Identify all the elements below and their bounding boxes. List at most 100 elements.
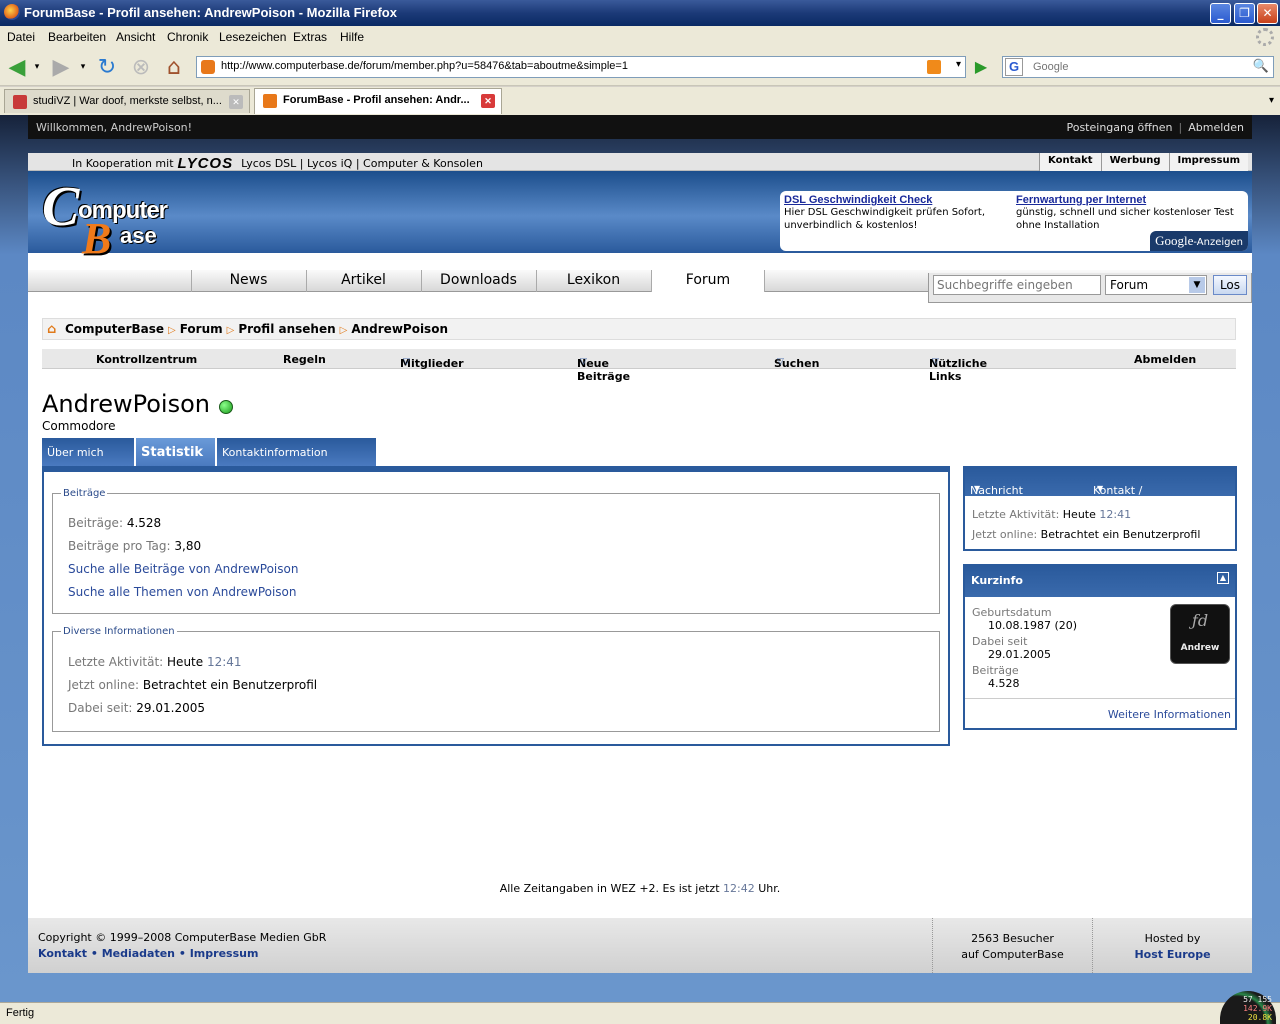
search-go-button[interactable]: Los: [1213, 275, 1247, 295]
nav-downloads[interactable]: Downloads: [421, 270, 535, 292]
werbung-link[interactable]: Werbung: [1100, 153, 1169, 171]
breadcrumb: ⌂ ComputerBase ▷ Forum ▷ Profil ansehen ▷ Andr…: [42, 318, 1236, 340]
close-tab-icon[interactable]: ✕: [481, 94, 495, 108]
inbox-link[interactable]: Posteingang öffnen: [1066, 121, 1172, 134]
tab-kontaktinformation[interactable]: Kontaktinformation: [217, 438, 377, 466]
rss-icon[interactable]: [927, 60, 941, 74]
search-threads-row: Suche alle Themen von AndrewPoison: [68, 585, 297, 599]
contact-online: Jetzt online: Betrachtet ein Benutzerpro…: [972, 528, 1201, 541]
home-icon[interactable]: ⌂: [161, 54, 187, 80]
maximize-button[interactable]: ❐: [1234, 3, 1255, 24]
ad-fernwartung[interactable]: Fernwartung per Internet günstig, schnel…: [1016, 194, 1240, 232]
more-info-link[interactable]: Weitere Informationen: [1108, 708, 1231, 721]
search-scope-select[interactable]: Forum ▼: [1105, 275, 1207, 295]
contact-last-activity: Letzte Aktivität: Heute 12:41: [972, 508, 1132, 521]
search-posts-link[interactable]: Suche alle Beiträge von AndrewPoison: [68, 562, 298, 576]
footer-impressum-link[interactable]: Impressum: [190, 947, 259, 960]
google-ads-box: DSL Geschwindigkeit Check Hier DSL Gesch…: [780, 191, 1248, 251]
google-engine-icon[interactable]: G: [1005, 58, 1023, 76]
kontakt-link[interactable]: Kontakt: [1039, 153, 1101, 171]
tab-forumbase[interactable]: ForumBase - Profil ansehen: Andr... ✕: [254, 88, 502, 114]
computerbase-favicon-icon: [263, 94, 277, 108]
profile-usertitle: Commodore: [42, 419, 116, 433]
ad-dsl[interactable]: DSL Geschwindigkeit Check Hier DSL Gesch…: [784, 194, 1008, 232]
status-text: Fertig: [6, 1007, 35, 1019]
breadcrumb-arrow-icon: ▷: [168, 325, 176, 336]
close-tab-icon[interactable]: ✕: [229, 95, 243, 109]
logout-link[interactable]: Abmelden: [1188, 121, 1244, 134]
computerbase-logo[interactable]: C omputer B ase: [42, 175, 192, 263]
birthday-label: Geburtsdatum: [972, 606, 1052, 619]
search-icon[interactable]: 🔍: [1253, 59, 1269, 74]
top-right-links: Kontakt Werbung Impressum: [1039, 153, 1248, 171]
kurz-posts-label: Beiträge: [972, 664, 1019, 677]
nav-lexikon[interactable]: Lexikon: [536, 270, 650, 292]
forward-history-icon[interactable]: ▾: [76, 54, 90, 80]
welcome-links: Posteingang öffnen | Abmelden: [1066, 121, 1244, 134]
reload-icon[interactable]: ↻: [94, 54, 120, 80]
menu-datei[interactable]: Datei: [7, 30, 35, 44]
search-input[interactable]: [1033, 59, 1243, 75]
fnav-regeln[interactable]: Regeln: [283, 353, 326, 366]
lycos-logo[interactable]: LYCOS: [178, 155, 234, 172]
chevron-down-icon: ▽: [932, 357, 939, 367]
welcome-bar: Willkommen, AndrewPoison! Posteingang öf…: [28, 115, 1252, 139]
footer-kontakt-link[interactable]: Kontakt: [38, 947, 87, 960]
search-threads-link[interactable]: Suche alle Themen von AndrewPoison: [68, 585, 297, 599]
fnav-abmelden[interactable]: Abmelden: [1134, 353, 1196, 366]
tab-bar: studiVZ | War doof, merkste selbst, n...…: [0, 87, 1280, 115]
cooperation-text: In Kooperation mit LYCOS Lycos DSL | Lycos…: [72, 155, 483, 172]
collapse-icon[interactable]: ▲: [1217, 572, 1229, 584]
forum-navigation: Kontrollzentrum Regeln Mitglieder ▽ Neue …: [42, 349, 1236, 383]
menu-bearbeiten[interactable]: Bearbeiten: [48, 30, 106, 44]
menu-lesezeichen[interactable]: Lesezeichen: [219, 30, 286, 44]
site-header: C omputer B ase DSL Geschwindigkeit Chec…: [28, 171, 1252, 263]
crumb-profil[interactable]: Profil ansehen: [238, 322, 335, 336]
minimize-button[interactable]: _: [1210, 3, 1231, 24]
search-posts-row: Suche alle Beiträge von AndrewPoison: [68, 562, 298, 576]
nav-artikel[interactable]: Artikel: [306, 270, 420, 292]
lycos-links[interactable]: Lycos DSL | Lycos iQ | Computer & Konsol…: [241, 157, 483, 170]
visitor-count: 2563 Besucher auf ComputerBase: [932, 918, 1092, 973]
search-bar[interactable]: G 🔍: [1002, 56, 1274, 78]
url-text: http://www.computerbase.de/forum/member.…: [221, 60, 628, 72]
url-bar[interactable]: http://www.computerbase.de/forum/member.…: [196, 56, 966, 78]
chevron-down-icon: ▼: [974, 484, 981, 493]
crumb-computerbase[interactable]: ComputerBase: [65, 322, 164, 336]
chevron-down-icon: ▽: [403, 357, 410, 367]
back-icon[interactable]: ◀: [4, 54, 30, 80]
tab-ueber-mich[interactable]: Über mich: [42, 438, 135, 466]
menu-extras[interactable]: Extras: [293, 30, 327, 44]
back-history-icon[interactable]: ▾: [30, 54, 44, 80]
menu-chronik[interactable]: Chronik: [167, 30, 208, 44]
crumb-forum[interactable]: Forum: [180, 322, 223, 336]
google-ads-label[interactable]: Google-Anzeigen: [1150, 231, 1248, 251]
stop-icon[interactable]: ⊗: [128, 54, 154, 80]
menu-bar: Datei Bearbeiten Ansicht Chronik Lesezei…: [0, 26, 1280, 48]
url-dropdown-icon[interactable]: ▾: [956, 59, 961, 70]
kurz-joined-value: 29.01.2005: [988, 648, 1051, 661]
forward-icon[interactable]: ▶: [48, 54, 74, 80]
kurz-posts-value: 4.528: [988, 677, 1020, 690]
home-icon[interactable]: ⌂: [47, 322, 61, 337]
host-europe-link[interactable]: Host Europe: [1093, 947, 1252, 963]
menu-ansicht[interactable]: Ansicht: [116, 30, 155, 44]
impressum-link[interactable]: Impressum: [1168, 153, 1248, 171]
tab-list-icon[interactable]: ▾: [1269, 95, 1274, 106]
go-icon[interactable]: ▶: [970, 56, 992, 78]
tab-studivz[interactable]: studiVZ | War doof, merkste selbst, n...…: [4, 89, 250, 113]
menu-hilfe[interactable]: Hilfe: [340, 30, 364, 44]
nav-forum[interactable]: Forum: [651, 270, 765, 292]
avatar[interactable]: ƒd Andrew: [1170, 604, 1230, 664]
close-window-button[interactable]: ✕: [1257, 3, 1278, 24]
birthday-value: 10.08.1987 (20): [988, 619, 1078, 632]
site-favicon-icon: [201, 60, 215, 74]
nav-news[interactable]: News: [191, 270, 305, 292]
fnav-kontrollzentrum[interactable]: Kontrollzentrum: [96, 353, 197, 366]
joined-row: Dabei seit: 29.01.2005: [68, 701, 206, 715]
footer-mediadaten-link[interactable]: Mediadaten: [102, 947, 175, 960]
avatar-signature-icon: ƒd: [1191, 611, 1209, 630]
site-search-input[interactable]: [933, 275, 1101, 295]
footer-links: Kontakt • Mediadaten • Impressum: [38, 947, 259, 960]
tab-statistik[interactable]: Statistik: [136, 438, 216, 466]
